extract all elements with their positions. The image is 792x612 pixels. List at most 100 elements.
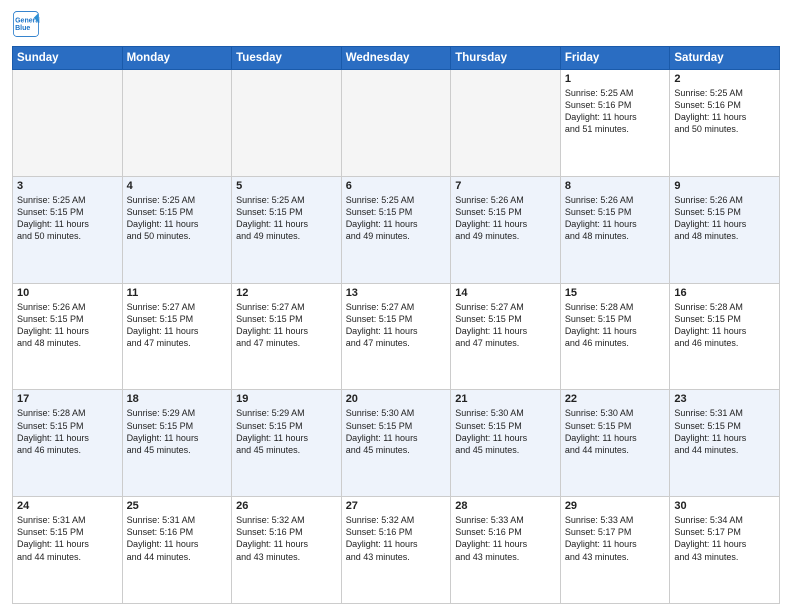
weekday-header-sunday: Sunday [13,47,123,70]
day-number: 27 [346,500,447,512]
calendar-cell: 24 Sunrise: 5:31 AMSunset: 5:15 PMDayligh… [13,497,123,604]
calendar-cell: 14 Sunrise: 5:27 AMSunset: 5:15 PMDayligh… [451,283,561,390]
calendar-cell: 1 Sunrise: 5:25 AMSunset: 5:16 PMDaylight… [560,70,670,177]
day-number: 23 [674,393,775,405]
calendar-week-2: 3 Sunrise: 5:25 AMSunset: 5:15 PMDaylight… [13,176,780,283]
header: General Blue [12,10,780,38]
day-number: 5 [236,180,337,192]
calendar-cell [451,70,561,177]
day-info: Sunrise: 5:33 AMSunset: 5:17 PMDaylight:… [565,514,666,563]
day-number: 16 [674,287,775,299]
day-number: 6 [346,180,447,192]
day-number: 11 [127,287,228,299]
day-info: Sunrise: 5:26 AMSunset: 5:15 PMDaylight:… [17,301,118,350]
logo: General Blue [12,10,44,38]
day-info: Sunrise: 5:28 AMSunset: 5:15 PMDaylight:… [17,407,118,456]
day-number: 10 [17,287,118,299]
calendar-cell: 4Sunrise: 5:25 AMSunset: 5:15 PMDaylight… [122,176,232,283]
day-number: 26 [236,500,337,512]
calendar-week-4: 17 Sunrise: 5:28 AMSunset: 5:15 PMDayligh… [13,390,780,497]
day-info: Sunrise: 5:30 AMSunset: 5:15 PMDaylight:… [455,407,556,456]
calendar-cell: 13 Sunrise: 5:27 AMSunset: 5:15 PMDayligh… [341,283,451,390]
calendar-cell: 17 Sunrise: 5:28 AMSunset: 5:15 PMDayligh… [13,390,123,497]
day-number: 17 [17,393,118,405]
day-info: Sunrise: 5:34 AMSunset: 5:17 PMDaylight:… [674,514,775,563]
day-info: Sunrise: 5:31 AMSunset: 5:15 PMDaylight:… [674,407,775,456]
day-info: Sunrise: 5:31 AMSunset: 5:15 PMDaylight:… [17,514,118,563]
calendar-cell [122,70,232,177]
calendar-cell: 8Sunrise: 5:26 AMSunset: 5:15 PMDaylight… [560,176,670,283]
day-number: 18 [127,393,228,405]
day-number: 21 [455,393,556,405]
calendar-cell: 26 Sunrise: 5:32 AMSunset: 5:16 PMDayligh… [232,497,342,604]
day-info: Sunrise: 5:26 AMSunset: 5:15 PMDaylight:… [455,194,556,243]
day-info: Sunrise: 5:25 AMSunset: 5:15 PMDaylight:… [17,194,118,243]
calendar-cell: 10 Sunrise: 5:26 AMSunset: 5:15 PMDayligh… [13,283,123,390]
calendar-cell: 23 Sunrise: 5:31 AMSunset: 5:15 PMDayligh… [670,390,780,497]
day-number: 22 [565,393,666,405]
weekday-header-monday: Monday [122,47,232,70]
calendar-cell: 11Sunrise: 5:27 AMSunset: 5:15 PMDayligh… [122,283,232,390]
day-info: Sunrise: 5:25 AMSunset: 5:15 PMDaylight:… [236,194,337,243]
day-info: Sunrise: 5:31 AMSunset: 5:16 PMDaylight:… [127,514,228,563]
day-number: 25 [127,500,228,512]
day-info: Sunrise: 5:27 AMSunset: 5:15 PMDaylight:… [455,301,556,350]
calendar-cell: 22 Sunrise: 5:30 AMSunset: 5:15 PMDayligh… [560,390,670,497]
weekday-header-wednesday: Wednesday [341,47,451,70]
day-number: 19 [236,393,337,405]
logo-icon: General Blue [12,10,40,38]
calendar-cell: 9Sunrise: 5:26 AMSunset: 5:15 PMDaylight… [670,176,780,283]
weekday-header-row: SundayMondayTuesdayWednesdayThursdayFrid… [13,47,780,70]
calendar-cell: 5 Sunrise: 5:25 AMSunset: 5:15 PMDaylight… [232,176,342,283]
day-info: Sunrise: 5:25 AMSunset: 5:16 PMDaylight:… [565,87,666,136]
calendar-cell: 29 Sunrise: 5:33 AMSunset: 5:17 PMDayligh… [560,497,670,604]
day-info: Sunrise: 5:26 AMSunset: 5:15 PMDaylight:… [565,194,666,243]
calendar-table: SundayMondayTuesdayWednesdayThursdayFrid… [12,46,780,604]
calendar-cell [232,70,342,177]
day-info: Sunrise: 5:27 AMSunset: 5:15 PMDaylight:… [346,301,447,350]
calendar-cell: 12 Sunrise: 5:27 AMSunset: 5:15 PMDayligh… [232,283,342,390]
day-info: Sunrise: 5:30 AMSunset: 5:15 PMDaylight:… [565,407,666,456]
calendar-week-5: 24 Sunrise: 5:31 AMSunset: 5:15 PMDayligh… [13,497,780,604]
day-info: Sunrise: 5:25 AMSunset: 5:15 PMDaylight:… [346,194,447,243]
calendar-cell: 30 Sunrise: 5:34 AMSunset: 5:17 PMDayligh… [670,497,780,604]
calendar-cell: 19 Sunrise: 5:29 AMSunset: 5:15 PMDayligh… [232,390,342,497]
day-number: 28 [455,500,556,512]
day-number: 14 [455,287,556,299]
day-number: 3 [17,180,118,192]
day-info: Sunrise: 5:25 AMSunset: 5:16 PMDaylight:… [674,87,775,136]
calendar-cell: 27 Sunrise: 5:32 AMSunset: 5:16 PMDayligh… [341,497,451,604]
day-info: Sunrise: 5:27 AMSunset: 5:15 PMDaylight:… [236,301,337,350]
day-info: Sunrise: 5:25 AMSunset: 5:15 PMDaylight:… [127,194,228,243]
calendar-week-1: 1 Sunrise: 5:25 AMSunset: 5:16 PMDaylight… [13,70,780,177]
svg-text:Blue: Blue [15,25,30,32]
calendar-cell: 21 Sunrise: 5:30 AMSunset: 5:15 PMDayligh… [451,390,561,497]
day-number: 30 [674,500,775,512]
calendar-cell: 7Sunrise: 5:26 AMSunset: 5:15 PMDaylight… [451,176,561,283]
day-info: Sunrise: 5:28 AMSunset: 5:15 PMDaylight:… [674,301,775,350]
day-info: Sunrise: 5:28 AMSunset: 5:15 PMDaylight:… [565,301,666,350]
calendar-cell: 25 Sunrise: 5:31 AMSunset: 5:16 PMDayligh… [122,497,232,604]
day-number: 15 [565,287,666,299]
day-number: 1 [565,73,666,85]
calendar-cell: 15 Sunrise: 5:28 AMSunset: 5:15 PMDayligh… [560,283,670,390]
calendar-cell: 2 Sunrise: 5:25 AMSunset: 5:16 PMDaylight… [670,70,780,177]
calendar-cell: 18 Sunrise: 5:29 AMSunset: 5:15 PMDayligh… [122,390,232,497]
day-number: 13 [346,287,447,299]
weekday-header-thursday: Thursday [451,47,561,70]
day-info: Sunrise: 5:29 AMSunset: 5:15 PMDaylight:… [127,407,228,456]
day-number: 29 [565,500,666,512]
day-number: 12 [236,287,337,299]
calendar-cell: 20Sunrise: 5:30 AMSunset: 5:15 PMDayligh… [341,390,451,497]
day-number: 24 [17,500,118,512]
day-info: Sunrise: 5:26 AMSunset: 5:15 PMDaylight:… [674,194,775,243]
day-number: 2 [674,73,775,85]
calendar-cell: 28Sunrise: 5:33 AMSunset: 5:16 PMDayligh… [451,497,561,604]
day-info: Sunrise: 5:32 AMSunset: 5:16 PMDaylight:… [236,514,337,563]
weekday-header-tuesday: Tuesday [232,47,342,70]
day-number: 20 [346,393,447,405]
day-info: Sunrise: 5:32 AMSunset: 5:16 PMDaylight:… [346,514,447,563]
page: General Blue SundayMondayTuesdayWednesda… [0,0,792,612]
day-info: Sunrise: 5:29 AMSunset: 5:15 PMDaylight:… [236,407,337,456]
calendar-cell: 3 Sunrise: 5:25 AMSunset: 5:15 PMDaylight… [13,176,123,283]
